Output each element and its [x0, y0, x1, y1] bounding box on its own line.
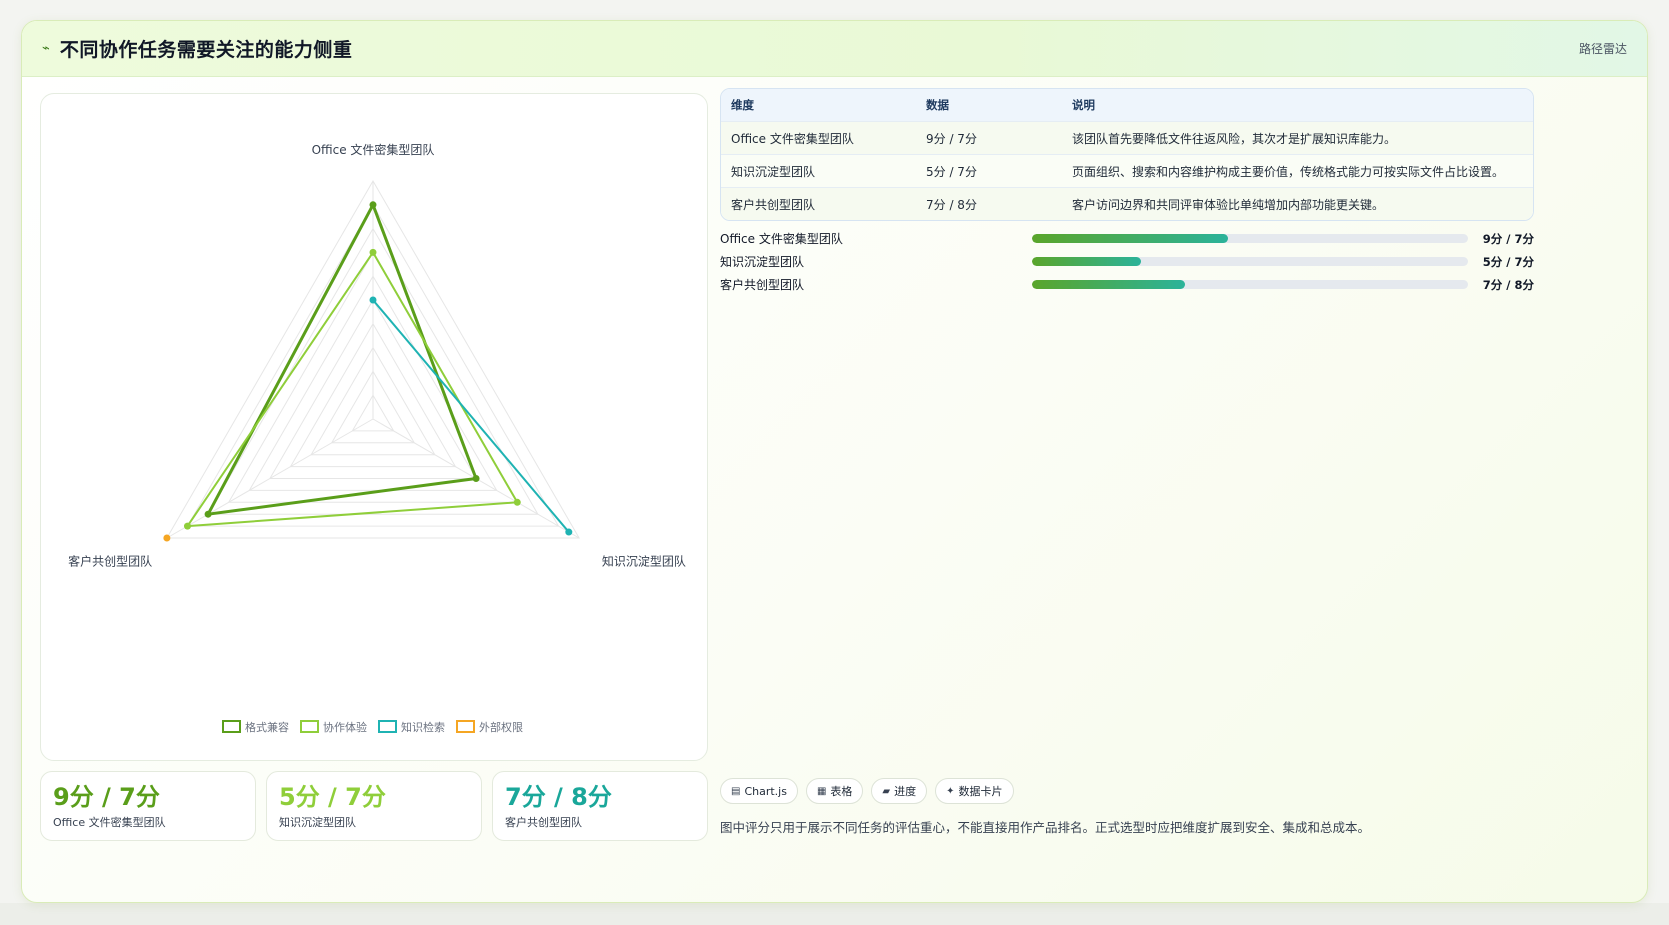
legend-swatch	[378, 720, 397, 733]
progress-fill	[1032, 257, 1141, 266]
radar-data-point	[369, 201, 377, 209]
table-header-cell: 维度	[731, 98, 754, 112]
progress-row: 知识沉淀型团队 5分 / 7分	[720, 250, 1534, 273]
radar-axis-label: 客户共创型团队	[68, 553, 152, 568]
table-header-cell: 说明	[1072, 98, 1095, 112]
footnote: 图中评分只用于展示不同任务的评估重心，不能直接用作产品排名。正式选型时应把维度扩…	[720, 820, 1371, 835]
table-icon: ▦	[816, 785, 827, 797]
radar-data-point	[183, 522, 191, 530]
progress-label: 知识沉淀型团队	[720, 255, 805, 269]
progress-icon: ▰	[882, 785, 891, 797]
chip-progress[interactable]: ▰ 进度	[871, 778, 928, 804]
legend-swatch	[222, 720, 241, 733]
stat-label: Office 文件密集型团队	[53, 816, 166, 829]
main-card: ⌁ 不同协作任务需要关注的能力侧重 路径雷达 Office 文件密集型团队 知识沉…	[21, 20, 1648, 903]
page-title: 不同协作任务需要关注的能力侧重	[59, 39, 353, 61]
progress-track	[1032, 257, 1468, 266]
table-cell: 该团队首先要降低文件往返风险，其次才是扩展知识库能力。	[1072, 131, 1397, 146]
legend-label: 协作体验	[323, 720, 367, 734]
stat-card: 5分 / 7分 知识沉淀型团队	[266, 771, 482, 841]
table-cell: 页面组织、搜索和内容维护构成主要价值，传统格式能力可按实际文件占比设置。	[1072, 164, 1505, 179]
progress-list: Office 文件密集型团队 9分 / 7分 知识沉淀型团队 5分 / 7分 客…	[720, 227, 1534, 296]
radar-data-point	[472, 475, 480, 482]
table-row: Office 文件密集型团队 9分 / 7分 该团队首先要降低文件往返风险，其次…	[721, 121, 1533, 154]
chip-label: Chart.js	[744, 784, 787, 798]
progress-label: 客户共创型团队	[720, 278, 805, 292]
stat-card: 9分 / 7分 Office 文件密集型团队	[40, 771, 256, 841]
table-header-cell: 数据	[926, 98, 949, 112]
legend-label: 格式兼容	[245, 720, 289, 734]
radar-data-point	[565, 528, 573, 536]
chip-label: 进度	[894, 785, 917, 798]
table-cell: 5分 / 7分	[926, 164, 977, 179]
progress-value: 5分 / 7分	[1482, 254, 1534, 269]
progress-row: 客户共创型团队 7分 / 8分	[720, 273, 1534, 296]
legend-swatch	[300, 720, 319, 733]
chart-icon: ▤	[731, 785, 741, 797]
stat-cards: 9分 / 7分 Office 文件密集型团队 5分 / 7分 知识沉淀型团队 7…	[40, 771, 708, 841]
progress-track	[1032, 280, 1468, 289]
progress-row: Office 文件密集型团队 9分 / 7分	[720, 227, 1534, 250]
stat-value: 7分 / 8分	[505, 783, 612, 811]
legend-label: 外部权限	[479, 720, 523, 734]
progress-label: Office 文件密集型团队	[720, 232, 843, 246]
data-table: 维度 数据 说明 Office 文件密集型团队 9分 / 7分 该团队首先要降低…	[720, 88, 1534, 221]
table-cell: 客户共创型团队	[731, 197, 816, 212]
legend-label: 知识检索	[401, 720, 445, 734]
chip-table[interactable]: ▦ 表格	[805, 778, 864, 804]
table-cell: 知识沉淀型团队	[731, 164, 816, 179]
card-header: ⌁ 不同协作任务需要关注的能力侧重 路径雷达	[22, 21, 1647, 77]
stat-label: 知识沉淀型团队	[279, 816, 356, 829]
chip-label: 表格	[830, 785, 853, 798]
chip-data-cards[interactable]: ✦ 数据卡片	[935, 778, 1014, 804]
radar-axis-label: Office 文件密集型团队	[312, 142, 435, 157]
radar-data-point	[369, 248, 377, 256]
page-bottom-strip	[0, 903, 1669, 925]
table-row: 知识沉淀型团队 5分 / 7分 页面组织、搜索和内容维护构成主要价值，传统格式能…	[721, 154, 1533, 187]
stat-value: 9分 / 7分	[53, 783, 160, 811]
stat-card: 7分 / 8分 客户共创型团队	[492, 771, 708, 841]
table-cell: 9分 / 7分	[926, 131, 977, 146]
stat-value: 5分 / 7分	[279, 783, 386, 811]
radar-data-point	[513, 498, 521, 506]
radar-data-point	[204, 510, 212, 518]
route-icon: ⌁	[42, 41, 50, 56]
stat-label: 客户共创型团队	[505, 816, 582, 829]
radar-axis-label: 知识沉淀型团队	[602, 553, 686, 568]
progress-fill	[1032, 234, 1229, 243]
table-header-row: 维度 数据 说明	[721, 89, 1533, 121]
legend-swatch	[456, 720, 475, 733]
table-cell: Office 文件密集型团队	[731, 131, 854, 146]
chip-chartjs[interactable]: ▤ Chart.js	[720, 778, 798, 804]
chart-type-tag: 路径雷达	[1578, 42, 1627, 56]
progress-track	[1032, 234, 1468, 243]
table-cell: 客户访问边界和共同评审体验比单纯增加内部功能更关键。	[1072, 197, 1385, 212]
radar-series-line	[372, 299, 570, 533]
radar-series-line	[186, 251, 519, 528]
radar-chart: Office 文件密集型团队知识沉淀型团队 客户共创型团队格式兼容 协作体验 知识检索…	[68, 142, 686, 734]
progress-value: 7分 / 8分	[1482, 277, 1534, 292]
radar-data-point	[163, 534, 171, 542]
title-wrap: ⌁ 不同协作任务需要关注的能力侧重	[42, 35, 352, 62]
radar-chart-panel: Office 文件密集型团队知识沉淀型团队 客户共创型团队格式兼容 协作体验 知识检索…	[40, 93, 708, 761]
sparkle-icon: ✦	[946, 785, 955, 797]
progress-value: 9分 / 7分	[1482, 231, 1534, 246]
table-cell: 7分 / 8分	[926, 197, 977, 212]
chip-label: 数据卡片	[958, 785, 1003, 798]
radar-data-point	[369, 296, 377, 304]
chip-row: ▤ Chart.js ▦ 表格 ▰ 进度 ✦ 数据卡片	[720, 778, 1014, 804]
table-row: 客户共创型团队 7分 / 8分 客户访问边界和共同评审体验比单纯增加内部功能更关…	[721, 187, 1533, 220]
progress-fill	[1032, 280, 1185, 289]
